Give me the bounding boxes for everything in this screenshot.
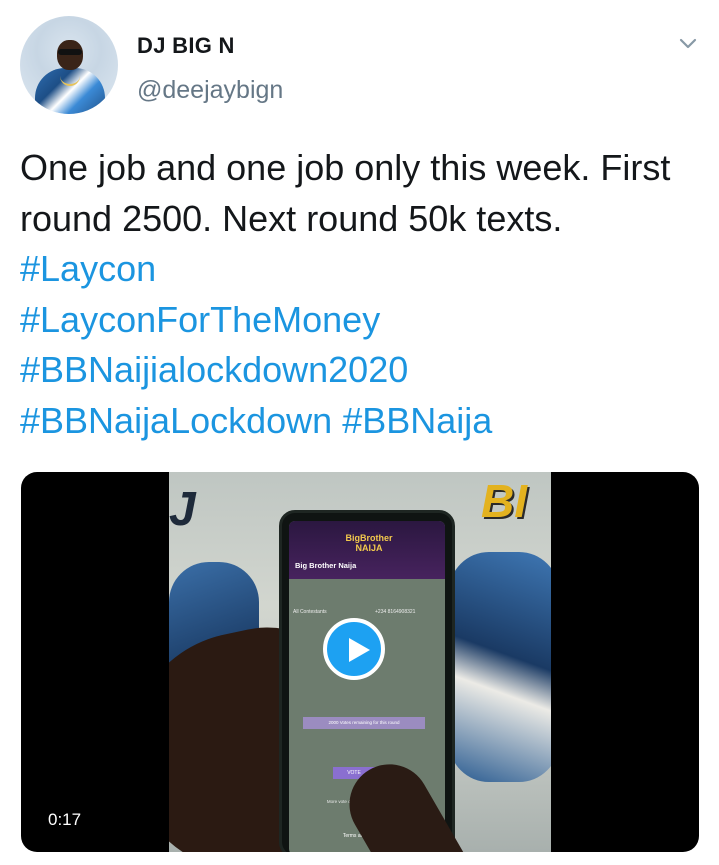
tweet-body-text: One job and one job only this week. Firs… bbox=[20, 147, 671, 239]
avatar-head bbox=[57, 40, 83, 70]
hashtag-link[interactable]: #BBNaijaLockdown bbox=[20, 400, 332, 441]
screen-title: Big Brother Naija bbox=[295, 561, 357, 570]
hashtag-link[interactable]: #BBNaijialockdown2020 bbox=[20, 349, 408, 390]
author-handle[interactable]: @deejaybign bbox=[137, 76, 283, 105]
play-button[interactable] bbox=[323, 618, 385, 680]
video-logo-right: BI bbox=[481, 475, 527, 527]
phone-in-video: BigBrother NAIJA Big Brother Naija All C… bbox=[279, 510, 470, 852]
hashtag-link[interactable]: #LayconForTheMoney bbox=[20, 299, 380, 340]
author-avatar[interactable] bbox=[20, 16, 118, 114]
screen-phone-number: +234 8164908321 bbox=[375, 609, 416, 615]
tweet-text: One job and one job only this week. Firs… bbox=[20, 143, 700, 446]
hashtag-link[interactable]: #Laycon bbox=[20, 248, 156, 289]
background-figure-right bbox=[449, 552, 551, 782]
screen-brand: BigBrother NAIJA bbox=[345, 533, 393, 553]
play-icon bbox=[349, 638, 370, 662]
author-name[interactable]: DJ BIG N bbox=[137, 33, 235, 59]
avatar-sunglasses bbox=[58, 49, 82, 55]
video-logo-left: J bbox=[169, 483, 196, 536]
video-duration: 0:17 bbox=[48, 810, 82, 829]
screen-back-link: All Contestants bbox=[293, 609, 327, 615]
chevron-down-icon[interactable] bbox=[678, 36, 698, 52]
screen-votes-remaining: 2000 Votes remaining for this round bbox=[303, 717, 425, 729]
hashtag-link[interactable]: #BBNaija bbox=[342, 400, 492, 441]
video-player[interactable]: J BI BigBrother NAIJA Big Brother Naija … bbox=[21, 472, 699, 852]
avatar-jacket bbox=[35, 68, 105, 114]
